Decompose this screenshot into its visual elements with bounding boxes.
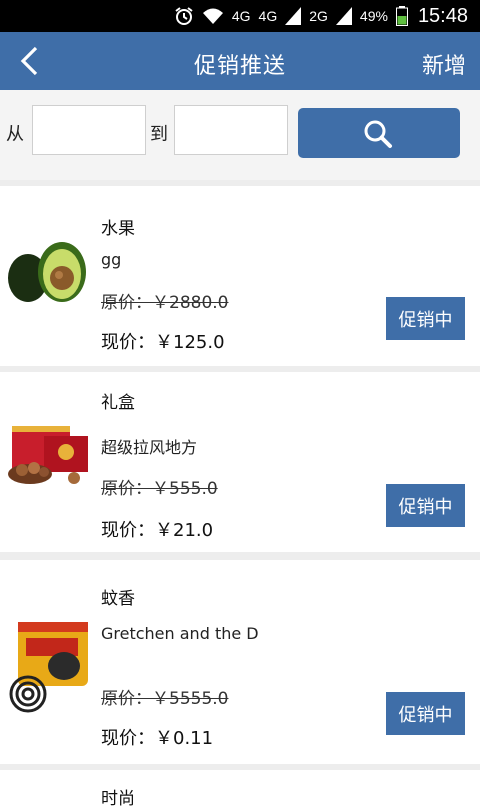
price-filter-bar: 从 到 <box>0 90 480 180</box>
promotion-status-button[interactable]: 促销中 <box>386 484 465 527</box>
clock: 15:48 <box>417 4 468 27</box>
search-button[interactable] <box>298 108 460 158</box>
product-name: gg <box>101 250 122 269</box>
network-type-3: 2G <box>309 8 328 24</box>
product-category: 礼盒 <box>101 393 135 413</box>
signal-icon <box>285 7 302 25</box>
current-price: 现价：￥0.11 <box>101 728 214 749</box>
product-card[interactable]: 蚊香 Gretchen and the D 原价：￥5555.0 现价：￥0.1… <box>0 560 480 764</box>
original-price: 原价：￥2880.0 <box>101 293 229 313</box>
promotion-status-button[interactable]: 促销中 <box>386 297 465 340</box>
product-category: 水果 <box>101 219 135 239</box>
network-type-2: 4G <box>258 8 278 24</box>
current-price: 现价：￥125.0 <box>101 332 225 353</box>
original-price: 原价：￥555.0 <box>101 479 218 499</box>
product-category: 时尚 <box>101 789 135 809</box>
product-name: 超级拉风地方 <box>101 438 198 457</box>
signal-icon-2 <box>335 7 352 25</box>
network-type-1: 4G <box>231 8 251 24</box>
battery-percent: 49% <box>359 8 388 24</box>
page-title: 促销推送 <box>193 54 286 79</box>
product-card[interactable]: 礼盒 超级拉风地方 原价：￥555.0 现价：￥21.0 促销中 <box>0 372 480 552</box>
navigation-bar: 促销推送 新增 <box>0 32 480 90</box>
price-from-input[interactable] <box>32 105 146 155</box>
wifi-icon <box>202 7 224 25</box>
original-price: 原价：￥5555.0 <box>101 689 229 709</box>
alarm-icon <box>174 6 194 26</box>
promotion-status-button[interactable]: 促销中 <box>386 692 465 735</box>
to-label: 到 <box>150 124 168 145</box>
from-label: 从 <box>6 124 24 145</box>
price-to-input[interactable] <box>174 105 288 155</box>
product-name: Gretchen and the D <box>101 624 259 643</box>
product-card[interactable]: 水果 gg 原价：￥2880.0 现价：￥125.0 促销中 <box>0 186 480 366</box>
product-card[interactable]: 时尚 <box>0 770 480 810</box>
product-category: 蚊香 <box>101 589 135 609</box>
add-button[interactable]: 新增 <box>422 48 466 80</box>
battery-icon <box>395 6 408 26</box>
status-bar: 4G 4G 2G 49% 15:48 <box>0 0 480 32</box>
product-image-mosquito-coil <box>4 614 94 714</box>
search-icon <box>364 120 392 148</box>
product-image-avocado <box>4 226 94 316</box>
product-image-gift-box <box>4 412 94 502</box>
current-price: 现价：￥21.0 <box>101 520 214 541</box>
